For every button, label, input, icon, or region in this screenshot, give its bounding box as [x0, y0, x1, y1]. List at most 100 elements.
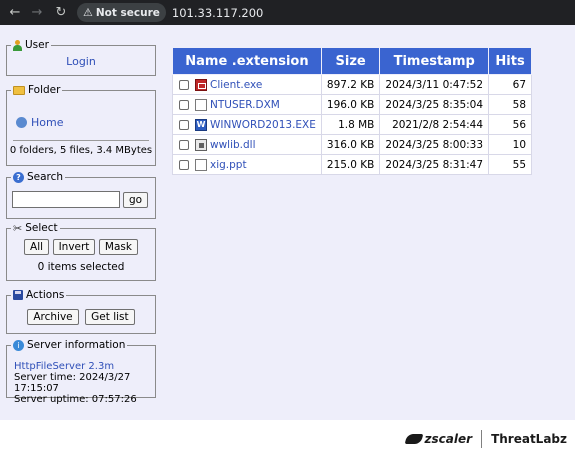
file-name-cell: W WINWORD2013.EXE — [172, 114, 322, 135]
file-size: 897.2 KB — [320, 74, 381, 95]
file-size: 196.0 KB — [320, 94, 381, 115]
select-panel-legend: ✂ Select — [11, 222, 60, 234]
search-panel: ? Search go — [6, 171, 156, 219]
reload-icon[interactable]: ↻ — [52, 4, 70, 22]
actions-panel: Actions Archive Get list — [6, 289, 156, 334]
user-panel: User Login — [6, 39, 156, 76]
scissors-icon: ✂ — [13, 221, 23, 235]
login-link[interactable]: Login — [66, 55, 96, 68]
hfs-software-link[interactable]: HttpFileServer 2.3m — [14, 361, 114, 372]
page-content: User Login Folder Home 0 folders, 5 file… — [0, 25, 575, 420]
file-hits: 56 — [488, 114, 533, 135]
table-row: Client.exe 897.2 KB 2024/3/11 0:47:52 67 — [172, 74, 533, 95]
brand-divider — [481, 430, 483, 448]
file-hits: 10 — [488, 134, 533, 155]
file-checkbox[interactable] — [179, 79, 189, 90]
security-indicator[interactable]: ⚠ Not secure — [77, 3, 166, 22]
file-timestamp: 2021/2/8 2:54:44 — [379, 114, 490, 135]
file-link[interactable]: xig.ppt — [210, 159, 247, 171]
folder-summary: 0 folders, 5 files, 3.4 MBytes — [9, 145, 153, 156]
file-checkbox[interactable] — [179, 119, 189, 130]
forward-arrow-icon[interactable]: → — [28, 4, 46, 22]
server-info-title: Server information — [27, 339, 126, 351]
user-panel-legend: User — [11, 39, 51, 51]
zscaler-mark-icon — [404, 434, 423, 444]
file-timestamp: 2024/3/11 0:47:52 — [379, 74, 490, 95]
file-name-cell: Client.exe — [172, 74, 322, 95]
name-column-header[interactable]: Name .extension — [172, 47, 322, 75]
file-hits: 58 — [488, 94, 533, 115]
search-panel-title: Search — [27, 171, 64, 183]
timestamp-column-header[interactable]: Timestamp — [379, 47, 490, 75]
server-time: Server time: 2024/3/27 17:15:07 — [14, 372, 131, 394]
file-checkbox[interactable] — [179, 99, 189, 110]
search-input[interactable] — [12, 191, 120, 208]
select-all-button[interactable]: All — [24, 239, 50, 255]
server-info-legend: i Server information — [11, 339, 128, 351]
select-panel: ✂ Select All Invert Mask 0 items selecte… — [6, 222, 156, 281]
brand-footer: zscaler ThreatLabz — [404, 430, 567, 448]
get-list-button[interactable]: Get list — [85, 309, 135, 325]
home-link-row[interactable]: Home — [7, 91, 155, 129]
search-panel-legend: ? Search — [11, 171, 66, 183]
disk-icon — [13, 290, 23, 300]
search-icon: ? — [13, 171, 24, 183]
file-hits: 67 — [488, 74, 533, 95]
file-link[interactable]: Client.exe — [210, 79, 262, 91]
server-icon: i — [13, 339, 24, 351]
size-column-header[interactable]: Size — [320, 47, 381, 75]
dll-icon — [195, 138, 207, 151]
selection-status: 0 items selected — [37, 261, 125, 273]
security-label: Not secure — [95, 6, 160, 19]
mask-button[interactable]: Mask — [98, 239, 138, 255]
hits-column-header[interactable]: Hits — [488, 47, 533, 75]
file-link[interactable]: wwlib.dll — [210, 139, 256, 151]
file-checkbox[interactable] — [179, 139, 189, 150]
folder-icon — [13, 85, 25, 95]
server-uptime: Server uptime: 07:57:26 — [14, 394, 137, 405]
browser-toolbar: ← → ↻ ⚠ Not secure 101.33.117.200 — [0, 0, 575, 25]
file-size: 1.8 MB — [320, 114, 381, 135]
exe-icon — [195, 78, 207, 91]
zscaler-wordmark: zscaler — [424, 432, 473, 446]
file-size: 215.0 KB — [320, 154, 381, 175]
file-name-cell: wwlib.dll — [172, 134, 322, 155]
invert-selection-button[interactable]: Invert — [52, 239, 96, 255]
file-table: Name .extension Size Timestamp Hits Clie… — [172, 47, 533, 175]
user-icon — [13, 39, 22, 51]
table-row: xig.ppt 215.0 KB 2024/3/25 8:31:47 55 — [172, 154, 533, 175]
table-row: NTUSER.DXM 196.0 KB 2024/3/25 8:35:04 58 — [172, 94, 533, 115]
table-row: W WINWORD2013.EXE 1.8 MB 2021/2/8 2:54:44… — [172, 114, 533, 135]
blank-file-icon — [195, 98, 207, 111]
file-size: 316.0 KB — [320, 134, 381, 155]
folder-panel-legend: Folder — [11, 84, 63, 96]
word-icon: W — [195, 118, 207, 131]
zscaler-logo: zscaler — [404, 432, 473, 446]
user-panel-title: User — [25, 39, 49, 51]
file-checkbox[interactable] — [179, 159, 189, 170]
file-hits: 55 — [488, 154, 533, 175]
actions-panel-title: Actions — [26, 289, 65, 301]
file-link[interactable]: NTUSER.DXM — [210, 99, 280, 111]
server-info-panel: i Server information HttpFileServer 2.3m… — [6, 339, 156, 405]
threatlabz-wordmark: ThreatLabz — [491, 432, 567, 446]
folder-panel-title: Folder — [28, 84, 61, 96]
file-timestamp: 2024/3/25 8:35:04 — [379, 94, 490, 115]
back-arrow-icon[interactable]: ← — [6, 4, 24, 22]
archive-button[interactable]: Archive — [27, 309, 79, 325]
file-link[interactable]: WINWORD2013.EXE — [210, 119, 316, 131]
file-name-cell: xig.ppt — [172, 154, 322, 175]
go-button[interactable]: go — [123, 191, 149, 208]
address-bar[interactable]: 101.33.117.200 — [172, 6, 263, 20]
folder-panel: Folder Home 0 folders, 5 files, 3.4 MByt… — [6, 84, 156, 166]
file-timestamp: 2024/3/25 8:00:33 — [379, 134, 490, 155]
actions-panel-legend: Actions — [11, 289, 67, 301]
home-link[interactable]: Home — [31, 116, 63, 129]
file-name-cell: NTUSER.DXM — [172, 94, 322, 115]
home-icon — [16, 117, 27, 128]
select-panel-title: Select — [25, 222, 58, 234]
table-row: wwlib.dll 316.0 KB 2024/3/25 8:00:33 10 — [172, 134, 533, 155]
blank-file-icon — [195, 158, 207, 171]
warning-triangle-icon: ⚠ — [83, 6, 93, 19]
file-timestamp: 2024/3/25 8:31:47 — [379, 154, 490, 175]
